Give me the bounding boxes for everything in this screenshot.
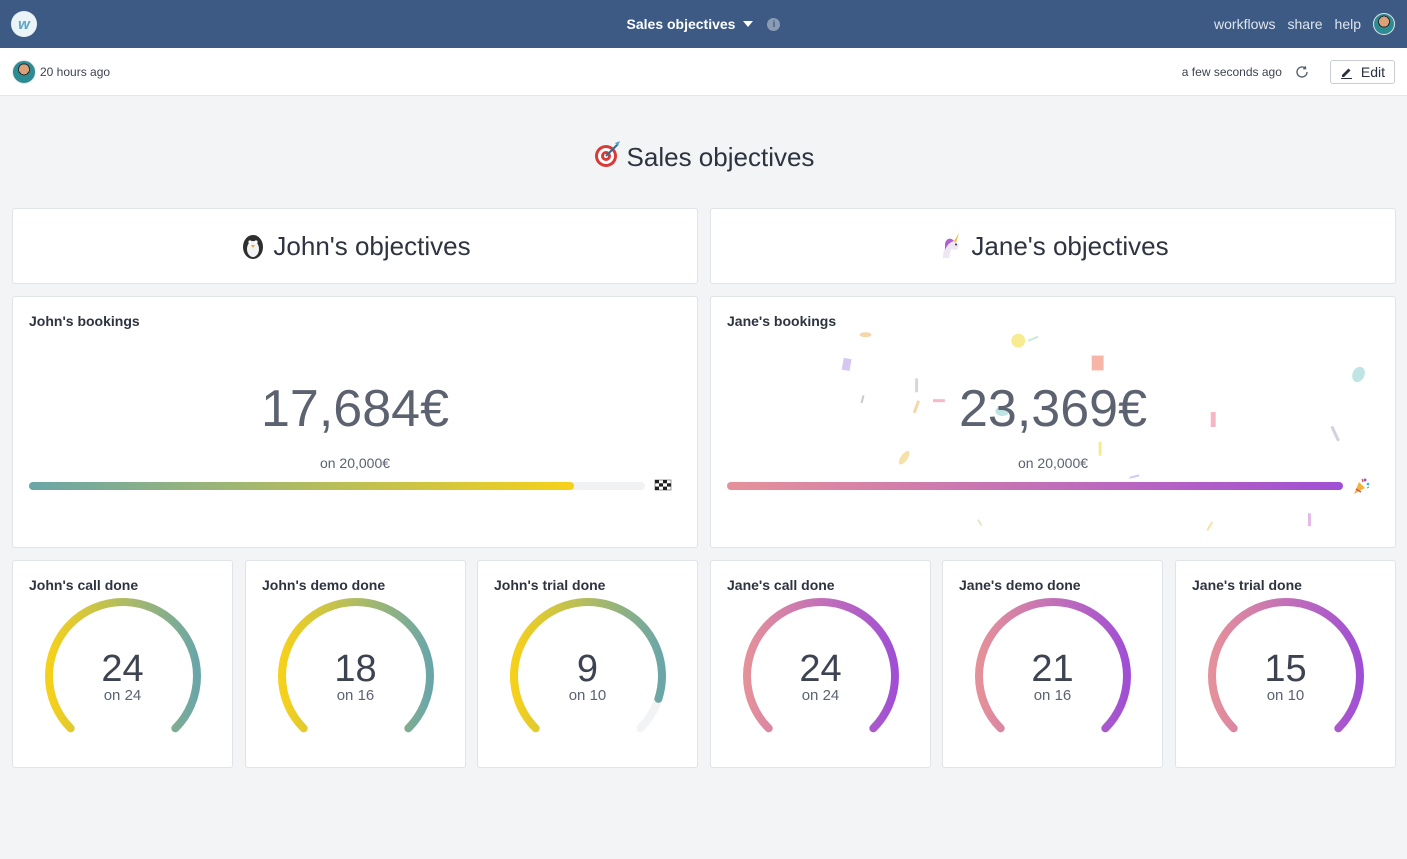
progress-bar [727,482,1343,490]
unicorn-icon [943,233,960,258]
page-title-text: Sales objectives [626,142,815,172]
gauge-label: Jane's call done [727,577,835,593]
kpi-target: on 20,000€ [1017,455,1089,471]
kpi-value: 17,684€ [261,380,449,438]
gauge-label: John's trial done [494,577,606,593]
info-icon[interactable]: i [767,17,781,31]
page-title: Sales objectives [0,140,1407,173]
progress-fill [29,482,574,490]
checkered-flag-icon [654,479,672,491]
gauge-target: on 10 [1266,687,1305,704]
progress-bar [29,482,645,490]
gauge-card-john-trial: John's trial done 9 on 10 [477,560,698,768]
gauge-card-jane-call: Jane's call done 24 on 24 [710,560,931,768]
progress-fill [727,482,1343,490]
section-jane: Jane's objectives [710,208,1396,284]
status-bar: 20 hours ago a few seconds ago Edit [0,48,1407,96]
gauge-value: 24 [799,648,842,690]
gauge-value: 9 [576,648,599,690]
section-john: John's objectives [12,208,698,284]
target-dart-icon [594,141,620,167]
gauge-value: 15 [1264,648,1307,690]
editor-avatar [12,60,36,84]
gauge-target: on 16 [336,687,375,704]
gauge-label: Jane's demo done [959,577,1081,593]
nav-workflows[interactable]: workflows [1214,16,1275,32]
kpi-card-jane-bookings: Jane's bookings 23,369€ on 20,000€ [710,296,1396,548]
last-refreshed-text: a few seconds ago [1181,65,1282,79]
nav-help[interactable]: help [1335,16,1361,32]
penguin-icon [243,235,264,259]
gauge-label: John's call done [29,577,139,593]
gauge-value: 18 [334,648,377,690]
app-logo[interactable]: w [11,11,37,37]
gauge-target: on 10 [568,687,607,704]
edit-label: Edit [1360,64,1385,80]
gauge-target: on 24 [801,687,840,704]
gauge-target: on 24 [103,687,142,704]
gauge-label: John's demo done [262,577,386,593]
party-popper-icon [1354,478,1370,494]
refresh-icon[interactable] [1294,64,1310,80]
gauge-target: on 16 [1033,687,1072,704]
gauge-card-jane-trial: Jane's trial done 15 on 10 [1175,560,1396,768]
user-avatar[interactable] [1373,13,1395,35]
gauge-label: Jane's trial done [1192,577,1302,593]
gauge-value: 21 [1031,648,1074,690]
last-edited-text: 20 hours ago [40,65,111,79]
logo-letter: w [18,15,30,33]
section-jane-title: Jane's objectives [971,230,1169,261]
kpi-label: Jane's bookings [727,313,837,329]
kpi-card-john-bookings: John's bookings 17,684€ on 20,000€ [12,296,698,548]
kpi-value: 23,369€ [959,380,1147,438]
chevron-down-icon[interactable] [743,21,754,27]
section-john-title: John's objectives [273,230,471,261]
gauge-card-john-call: John's call done 24 on 24 [12,560,233,768]
dashboard-title[interactable]: Sales objectives [627,16,736,32]
kpi-label: John's bookings [29,313,140,329]
pencil-icon [1340,68,1352,79]
edit-button[interactable]: Edit [1329,60,1395,84]
gauge-card-john-demo: John's demo done 18 on 16 [245,560,466,768]
nav-share[interactable]: share [1288,16,1323,32]
gauge-card-jane-demo: Jane's demo done 21 on 16 [942,560,1163,768]
kpi-target: on 20,000€ [319,455,391,471]
top-nav-bar: w Sales objectives i workflows share hel… [0,0,1407,48]
gauge-value: 24 [101,648,144,690]
